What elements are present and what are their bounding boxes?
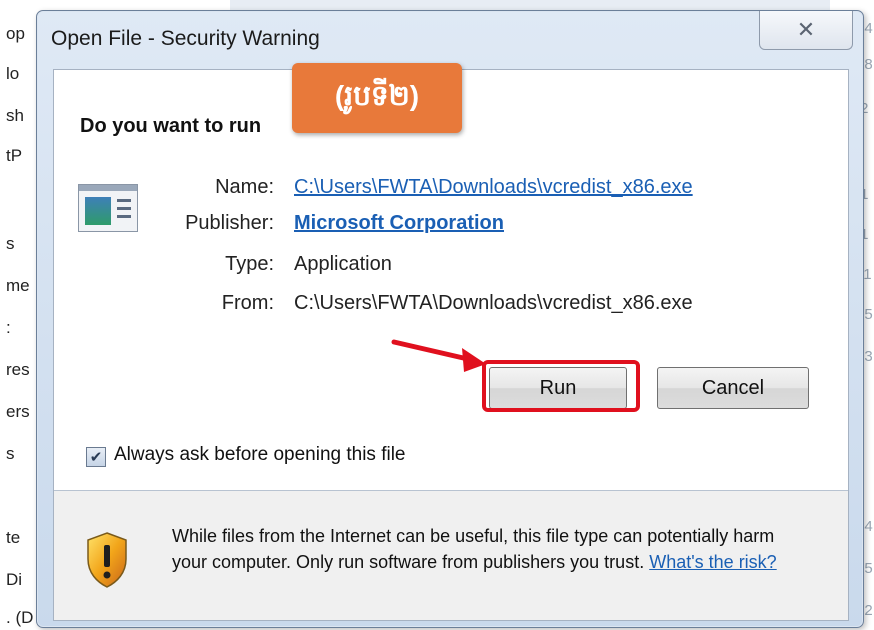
close-button[interactable]: ✕ — [759, 11, 853, 50]
bg-left-item: : — [6, 318, 11, 337]
run-highlight-box — [482, 360, 640, 412]
risk-link[interactable]: What's the risk? — [649, 552, 776, 572]
dialog-body: Do you want to run (រូបទី២) Name: C:\Use… — [53, 63, 849, 621]
always-ask-label: Always ask before opening this file — [114, 444, 406, 465]
bg-left-item: sh — [6, 106, 24, 125]
bg-left-item: ers — [6, 402, 30, 421]
annotation-badge-label: (រូបទី២) — [334, 79, 420, 111]
bg-left-item: res — [6, 360, 30, 379]
bg-left-item: me — [6, 276, 30, 295]
bg-left-item: Di — [6, 570, 23, 589]
cancel-button[interactable]: Cancel — [657, 367, 809, 409]
warning-text: While files from the Internet can be use… — [172, 523, 812, 575]
type-value: Application — [294, 253, 392, 275]
dialog-title: Open File - Security Warning — [51, 27, 320, 50]
checkmark-icon: ✔ — [89, 448, 103, 466]
bg-left-item: s — [6, 234, 15, 253]
bg-left-item: tP — [6, 146, 23, 165]
from-label: From: — [221, 292, 274, 314]
run-question: Do you want to run — [80, 115, 262, 137]
always-ask-checkbox[interactable]: ✔ — [86, 447, 106, 467]
annotation-badge: (រូបទី២) — [292, 63, 462, 133]
warning-footer: While files from the Internet can be use… — [54, 491, 848, 620]
background-left-panel: op lo sh tP s me : res ers s te Di . (D — [0, 0, 40, 630]
bg-left-item: op — [6, 24, 25, 43]
security-warning-dialog: Open File - Security Warning ✕ Do you wa… — [36, 10, 864, 628]
bg-left-item: lo — [6, 64, 20, 83]
bg-left-item: . (D — [6, 608, 34, 627]
bg-left-item: s — [6, 444, 15, 463]
background-top-strip — [230, 0, 830, 10]
from-value: C:\Users\FWTA\Downloads\vcredist_x86.exe — [294, 292, 693, 314]
red-arrow-icon — [391, 339, 486, 372]
close-icon: ✕ — [796, 17, 816, 42]
bg-left-item: te — [6, 528, 21, 547]
warning-shield-icon — [87, 532, 127, 588]
publisher-link[interactable]: Microsoft Corporation — [294, 212, 504, 235]
name-label: Name: — [215, 176, 274, 198]
publisher-label: Publisher: — [185, 212, 274, 234]
cancel-button-label: Cancel — [701, 376, 765, 399]
name-link[interactable]: C:\Users\FWTA\Downloads\vcredist_x86.exe — [294, 176, 693, 199]
type-label: Type: — [225, 253, 274, 275]
